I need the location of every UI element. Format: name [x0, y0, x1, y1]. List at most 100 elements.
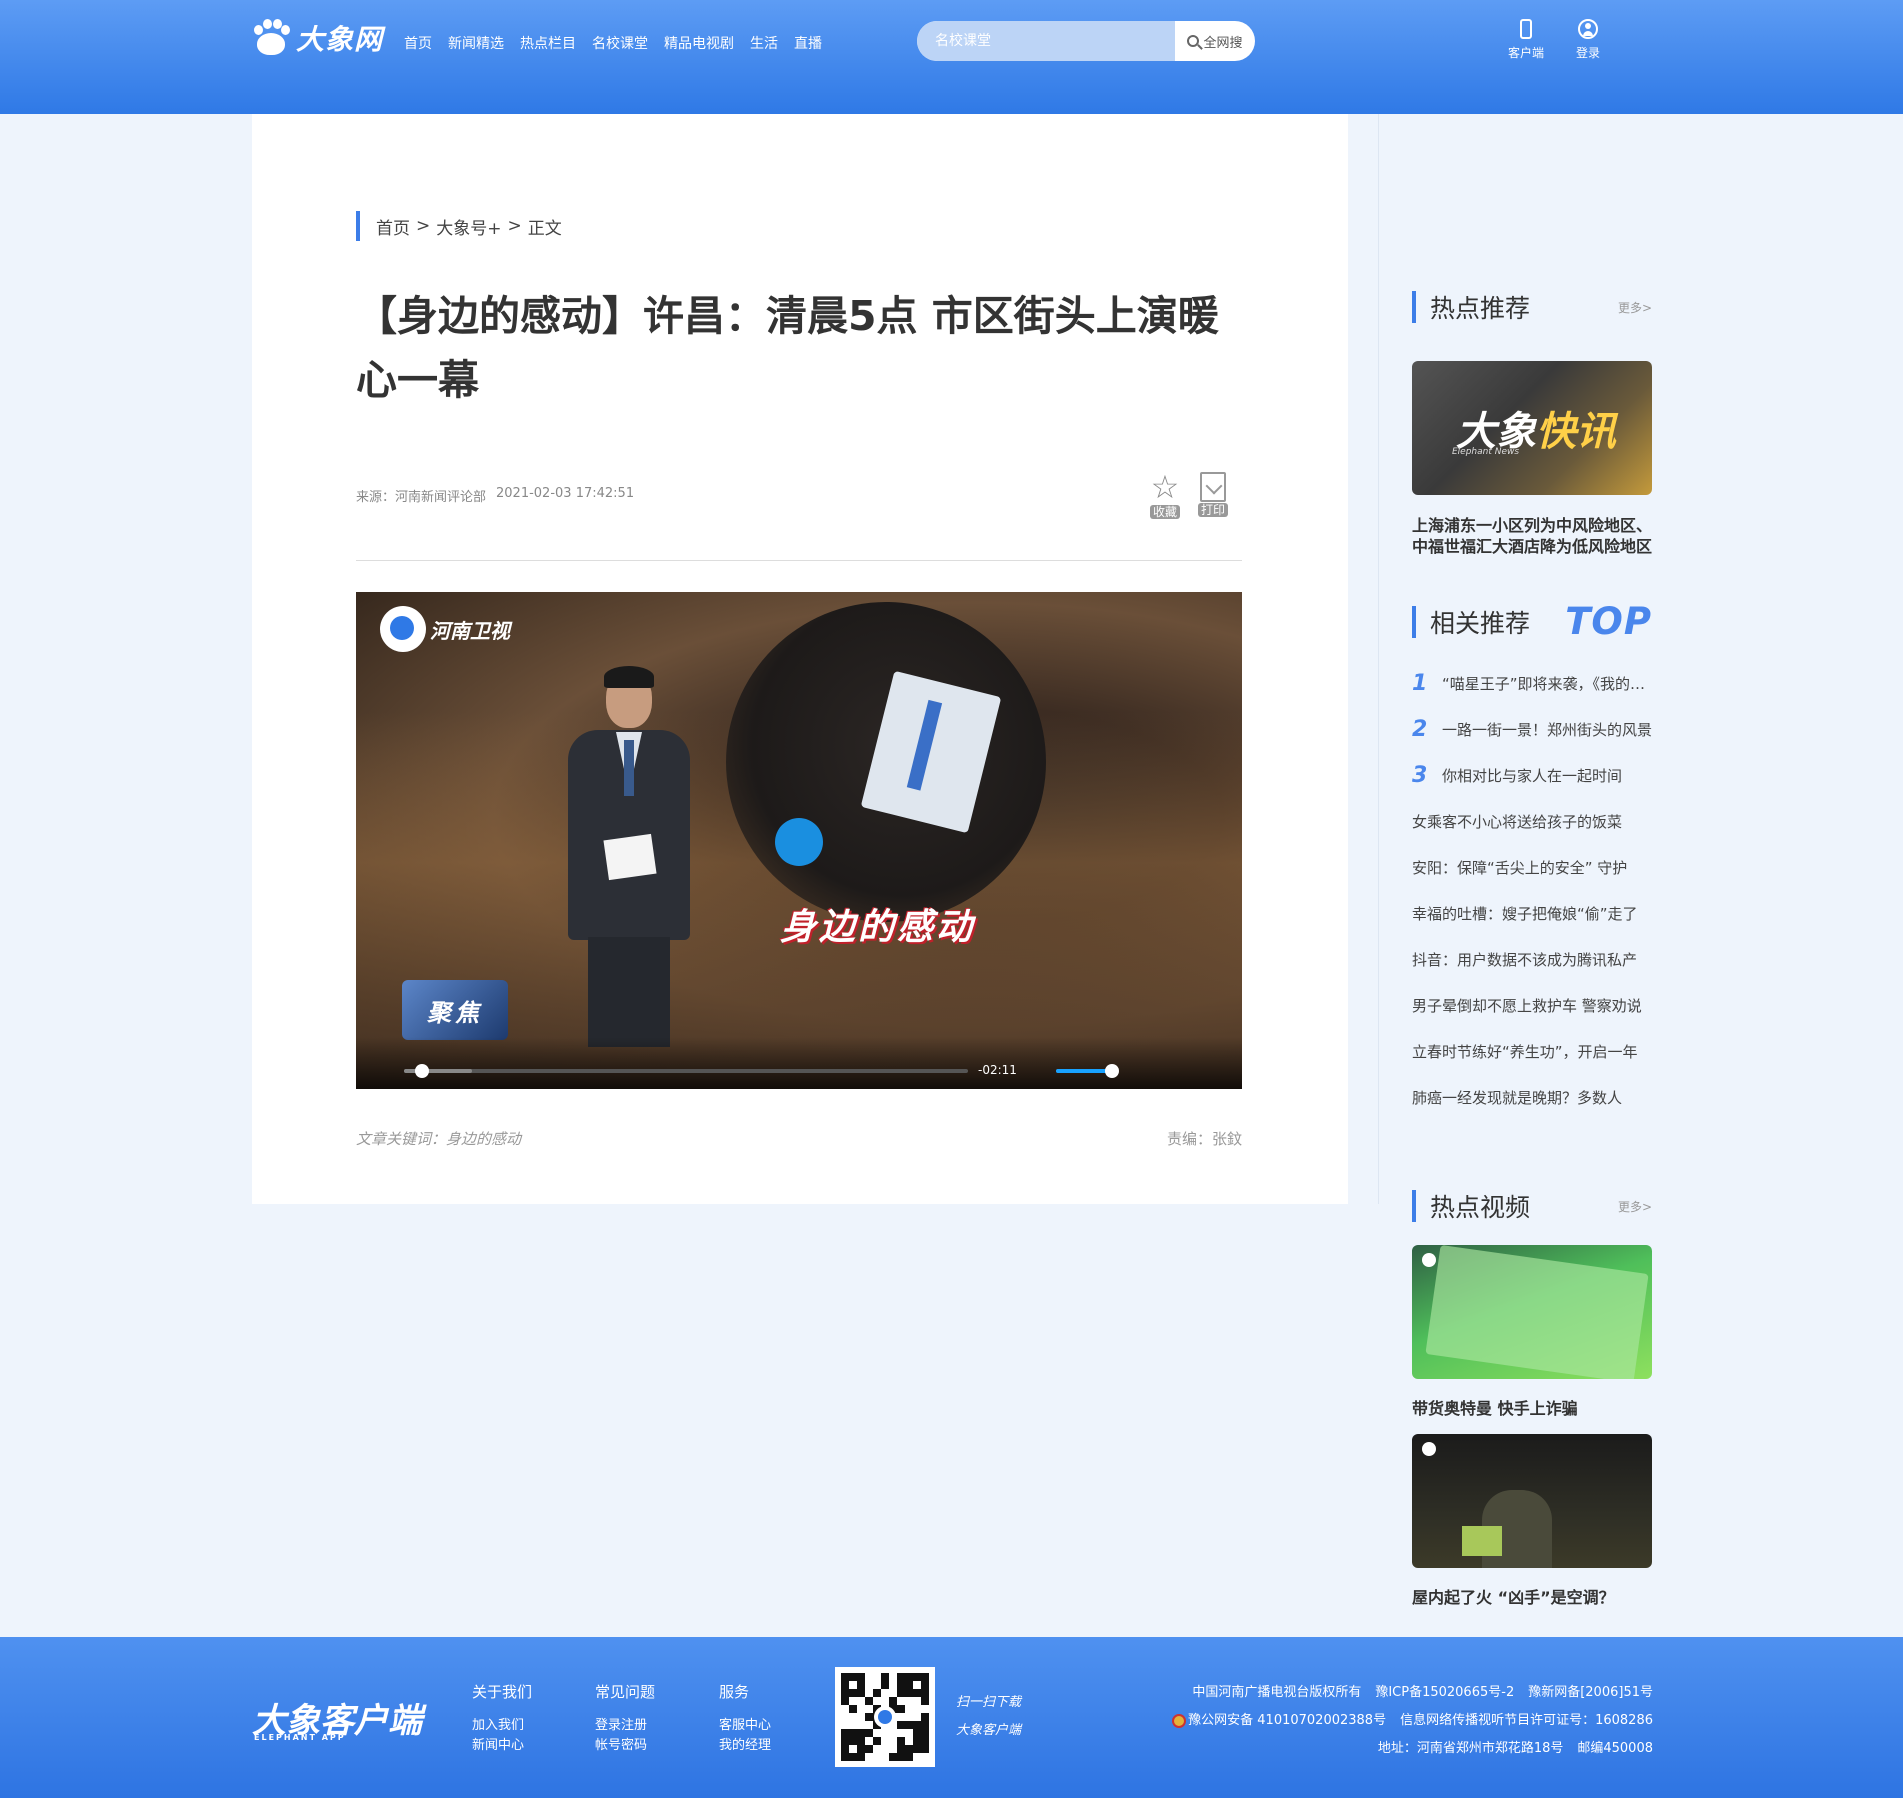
- progress-bar[interactable]: [404, 1064, 968, 1078]
- footer-link[interactable]: 客服中心: [719, 1716, 771, 1736]
- footer-col-title: 服务: [719, 1683, 750, 1701]
- footer-col-title: 关于我们: [472, 1683, 533, 1701]
- breadcrumb-current: 正文: [527, 218, 562, 239]
- related-item[interactable]: 肺癌一经发现就是晚期？多数人: [1412, 1074, 1652, 1120]
- qr-module: [857, 1713, 865, 1721]
- qr-logo-icon: [874, 1706, 896, 1728]
- qr-module: [849, 1737, 857, 1745]
- hot-recommend-caption[interactable]: 上海浦东一小区列为中风险地区、中福世福汇大酒店降为低风险地区: [1412, 515, 1652, 557]
- nav-item-classroom[interactable]: 名校课堂: [592, 33, 648, 53]
- search-button[interactable]: 全网搜: [1175, 21, 1255, 61]
- qr-module: [873, 1745, 881, 1753]
- footer-link[interactable]: 我的经理: [719, 1736, 771, 1756]
- channel-logo-icon: [380, 606, 426, 652]
- qr-module: [849, 1745, 857, 1753]
- qr-module: [865, 1753, 873, 1761]
- qr-module: [873, 1753, 881, 1761]
- qr-module: [913, 1673, 921, 1681]
- hot-recommend-more-link[interactable]: 更多>: [1618, 299, 1652, 316]
- qr-module: [865, 1673, 873, 1681]
- related-item[interactable]: 男子晕倒却不愿上救护车 警察劝说: [1412, 982, 1652, 1028]
- qr-module: [865, 1689, 873, 1697]
- site-logo[interactable]: 大象网: [252, 18, 383, 58]
- license: 信息网络传播视听节目许可证号：1608286: [1400, 1713, 1653, 1728]
- police-record[interactable]: 豫公网安备 41010702002388号: [1172, 1707, 1386, 1735]
- nav-item-news[interactable]: 新闻精选: [448, 33, 504, 53]
- footer-link[interactable]: 新闻中心: [472, 1736, 532, 1756]
- qr-module: [913, 1721, 921, 1729]
- hot-video-caption[interactable]: 带货奥特曼 快手上诈骗: [1412, 1398, 1652, 1419]
- related-item[interactable]: 1 “喵星王子”即将来袭，《我的喵星王子》: [1412, 660, 1652, 706]
- qr-module: [841, 1673, 849, 1681]
- scan-line-1: 扫一扫下载: [956, 1695, 1022, 1710]
- qr-code: [835, 1667, 935, 1767]
- qr-module: [873, 1737, 881, 1745]
- breadcrumb-channel[interactable]: 大象号+: [436, 214, 501, 239]
- divider: [356, 560, 1242, 561]
- qr-module: [905, 1721, 913, 1729]
- related-item[interactable]: 女乘客不小心将送给孩子的饭菜: [1412, 798, 1652, 844]
- related-item[interactable]: 3 你相对比与家人在一起时间: [1412, 752, 1652, 798]
- site-footer: 大象客户端 ELEPHANT APP 关于我们 加入我们 新闻中心 常见问题 登…: [0, 1637, 1903, 1798]
- qr-module: [849, 1697, 857, 1705]
- news-anchor-hair: [604, 666, 654, 688]
- net-record: 豫新网备[2006]51号: [1528, 1685, 1653, 1700]
- qr-module: [897, 1697, 905, 1705]
- related-item[interactable]: 安阳：保障“舌尖上的安全” 守护: [1412, 844, 1652, 890]
- qr-module: [905, 1729, 913, 1737]
- progress-buffered: [404, 1069, 472, 1073]
- footer-link[interactable]: 帐号密码: [595, 1736, 655, 1756]
- qr-module: [897, 1737, 905, 1745]
- related-item[interactable]: 2 一路一街一景！郑州街头的风景: [1412, 706, 1652, 752]
- related-item[interactable]: 立春时节练好“养生功”，开启一年: [1412, 1028, 1652, 1074]
- hot-recommend-thumbnail[interactable]: 大象快讯 Elephant News: [1412, 361, 1652, 495]
- footer-link[interactable]: 加入我们: [472, 1716, 532, 1736]
- qr-module: [897, 1753, 905, 1761]
- star-icon: ☆: [1150, 468, 1180, 506]
- nav-item-live[interactable]: 直播: [794, 33, 822, 53]
- login-button[interactable]: 登录: [1576, 18, 1600, 61]
- nav-item-home[interactable]: 首页: [404, 33, 432, 53]
- hot-video-more-link[interactable]: 更多>: [1618, 1198, 1652, 1215]
- print-button[interactable]: 打印: [1198, 470, 1229, 517]
- hot-video-caption[interactable]: 屋内起了火 “凶手”是空调？: [1412, 1587, 1652, 1608]
- sidebar-divider: [1378, 114, 1379, 1204]
- qr-module: [873, 1681, 881, 1689]
- related-item-text: 幸福的吐槽：嫂子把俺娘“偷”走了: [1412, 904, 1638, 923]
- volume-knob[interactable]: [1104, 1064, 1119, 1078]
- qr-module: [857, 1729, 865, 1737]
- qr-module: [889, 1681, 897, 1689]
- search-input[interactable]: [917, 21, 1175, 61]
- search-icon: [1187, 35, 1200, 47]
- qr-module: [881, 1689, 889, 1697]
- video-player[interactable]: 河南卫视 身边的感动 聚焦 -02:11: [356, 592, 1242, 1089]
- hot-video-thumbnail[interactable]: [1412, 1245, 1652, 1379]
- qr-module: [913, 1745, 921, 1753]
- qr-module: [857, 1745, 865, 1753]
- nav-item-tv-series[interactable]: 精品电视剧: [664, 33, 734, 53]
- related-list: 1 “喵星王子”即将来袭，《我的喵星王子》 2 一路一街一景！郑州街头的风景 3 你相…: [1412, 660, 1652, 1120]
- icp-record[interactable]: 豫ICP备15020665号-2: [1375, 1679, 1514, 1707]
- site-header: 大象网 首页 新闻精选 热点栏目 名校课堂 精品电视剧 生活 直播 全网搜 客户…: [0, 0, 1903, 114]
- qr-module: [841, 1745, 849, 1753]
- related-item[interactable]: 幸福的吐槽：嫂子把俺娘“偷”走了: [1412, 890, 1652, 936]
- client-download-button[interactable]: 客户端: [1508, 18, 1544, 61]
- nav-item-life[interactable]: 生活: [750, 33, 778, 53]
- breadcrumb-home[interactable]: 首页: [376, 214, 410, 239]
- favorite-button[interactable]: ☆ 收藏: [1150, 468, 1181, 519]
- volume-slider[interactable]: [1056, 1064, 1119, 1078]
- qr-module: [913, 1753, 921, 1761]
- progress-knob[interactable]: [415, 1064, 430, 1078]
- scan-text: 扫一扫下载 大象客户端: [956, 1689, 1021, 1745]
- qr-module: [897, 1705, 905, 1713]
- play-button[interactable]: [775, 818, 823, 866]
- related-item[interactable]: 抖音：用户数据不该成为腾讯私产: [1412, 936, 1652, 982]
- nav-item-hot-columns[interactable]: 热点栏目: [520, 33, 576, 53]
- footer-link[interactable]: 登录注册: [595, 1716, 655, 1736]
- article-panel: 首页 > 大象号+ > 正文 【身边的感动】许昌：清晨5点 市区街头上演暖心一幕…: [252, 114, 1348, 1204]
- qr-module: [889, 1689, 897, 1697]
- qr-module: [849, 1681, 857, 1689]
- qr-module: [889, 1673, 897, 1681]
- hot-video-thumbnail[interactable]: [1412, 1434, 1652, 1568]
- related-item-text: 肺癌一经发现就是晚期？多数人: [1412, 1088, 1623, 1107]
